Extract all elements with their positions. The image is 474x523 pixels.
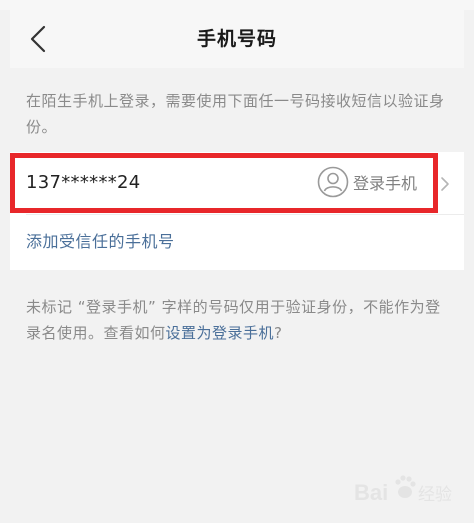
phone-list-card: 137******24 登录手机 添加受信任的手机号 bbox=[10, 152, 464, 270]
chevron-right-icon bbox=[441, 177, 449, 191]
divider bbox=[26, 214, 464, 215]
svg-text:Bai: Bai bbox=[354, 480, 388, 505]
note-text: 未标记 “登录手机” 字样的号码仅用于验证身份，不能作为登录名使用。查看如何设置… bbox=[26, 294, 448, 346]
add-trusted-phone-link[interactable]: 添加受信任的手机号 bbox=[26, 230, 175, 254]
phone-number: 137******24 bbox=[26, 172, 141, 193]
baidu-watermark: Bai 经验 bbox=[354, 470, 464, 510]
login-phone-badge: 登录手机 bbox=[353, 174, 418, 193]
set-login-phone-link[interactable]: 设置为登录手机 bbox=[166, 324, 275, 342]
note-suffix: ? bbox=[274, 324, 283, 342]
page-title: 手机号码 bbox=[196, 28, 277, 50]
nav-header: 手机号码 bbox=[10, 10, 464, 68]
svg-text:经验: 经验 bbox=[418, 485, 452, 505]
status-bar bbox=[0, 0, 474, 10]
baidu-paw-logo: Bai 经验 bbox=[354, 475, 452, 505]
phone-number-row[interactable]: 137******24 登录手机 bbox=[10, 152, 464, 214]
intro-text: 在陌生手机上登录，需要使用下面任一号码接收短信以验证身份。 bbox=[26, 92, 445, 136]
user-circle-icon bbox=[317, 166, 349, 198]
